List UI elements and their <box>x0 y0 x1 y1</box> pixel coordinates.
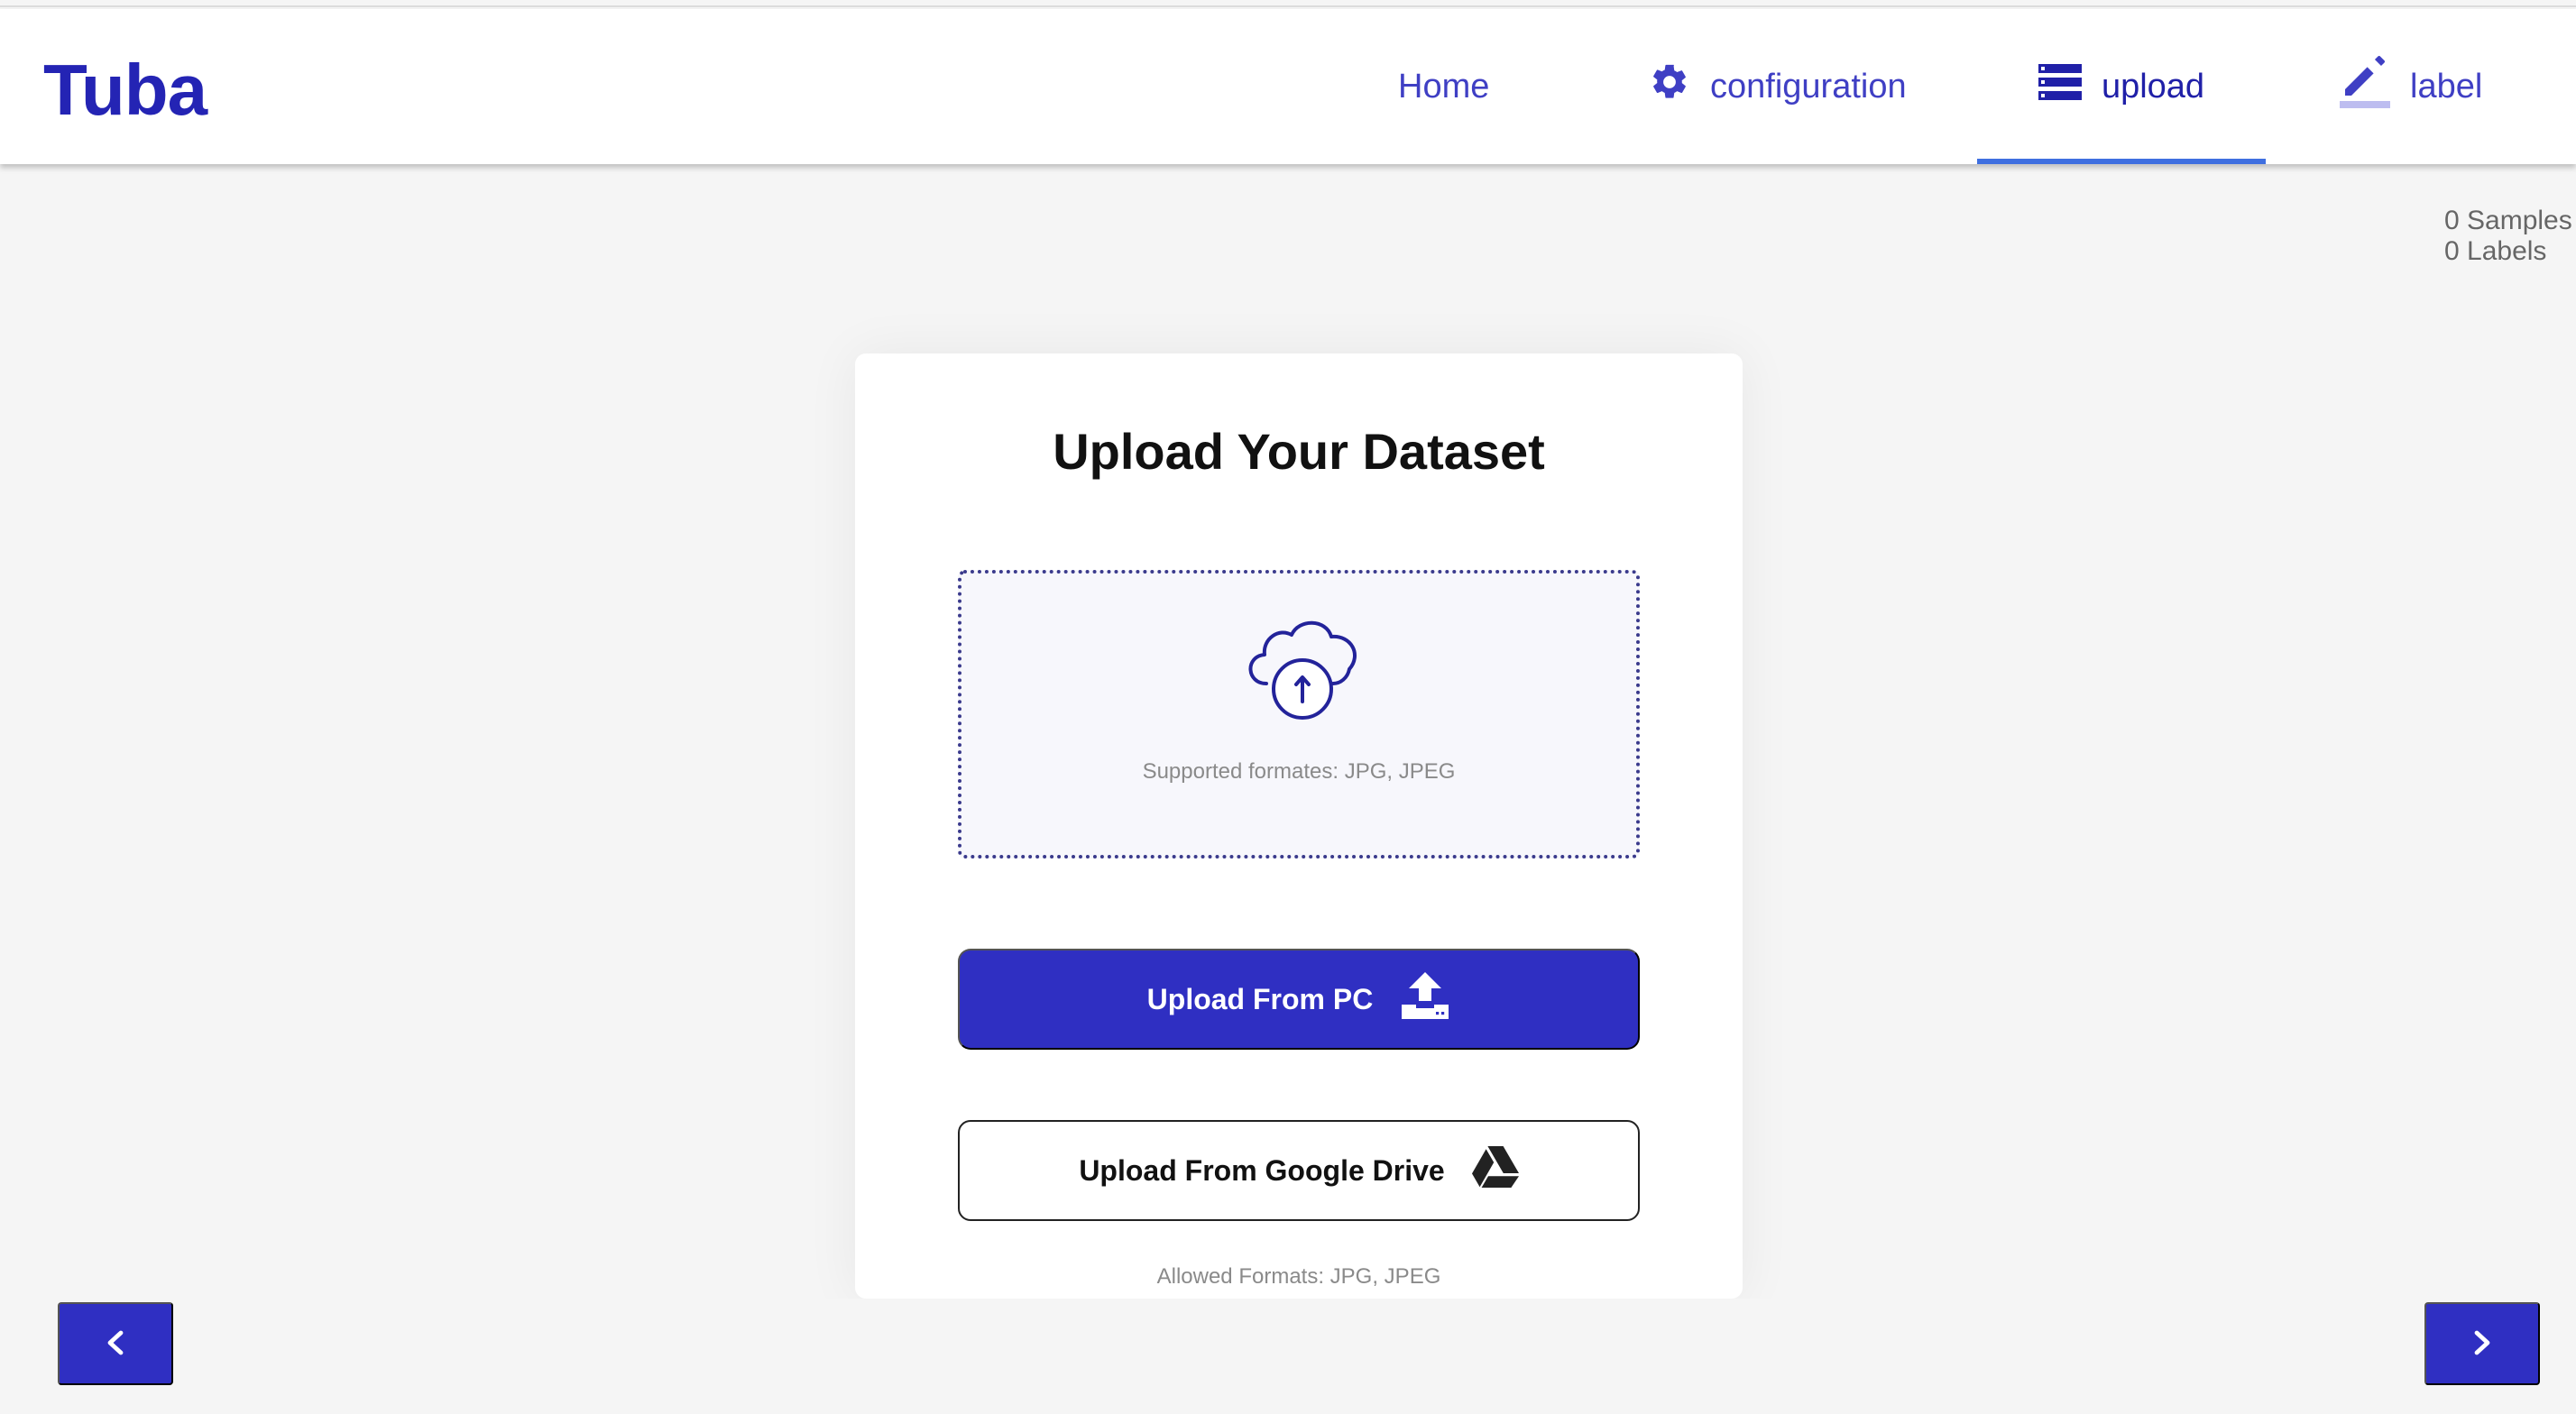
upload-from-pc-label: Upload From PC <box>1146 982 1374 1015</box>
nav-configuration[interactable]: configuration <box>1649 9 1907 164</box>
google-drive-icon <box>1471 1146 1519 1195</box>
nav-label[interactable]: label <box>2340 9 2482 164</box>
labels-count: 0 Labels <box>2444 236 2547 266</box>
gear-icon <box>1649 61 1690 112</box>
upload-card: Upload Your Dataset Supported formates: … <box>855 354 1743 1299</box>
file-dropzone[interactable]: Supported formates: JPG, JPEG <box>958 570 1640 858</box>
app-header: Tuba Home configuration upload label <box>0 9 2576 164</box>
upload-from-google-drive-button[interactable]: Upload From Google Drive <box>958 1120 1640 1221</box>
samples-count: 0 Samples <box>2444 206 2572 235</box>
upload-from-pc-button[interactable]: Upload From PC <box>958 949 1640 1050</box>
upload-from-google-drive-label: Upload From Google Drive <box>1079 1153 1445 1187</box>
nav-label-label: label <box>2410 67 2483 106</box>
window-top-edge <box>0 0 2576 7</box>
chevron-left-icon <box>105 1329 126 1359</box>
chevron-right-icon <box>2471 1329 2493 1359</box>
card-title: Upload Your Dataset <box>1053 423 1545 480</box>
next-step-button[interactable] <box>2424 1302 2540 1385</box>
previous-step-button[interactable] <box>58 1302 173 1385</box>
upload-tray-icon <box>1400 970 1450 1028</box>
pencil-icon <box>2340 56 2390 117</box>
active-tab-indicator <box>1977 159 2266 164</box>
app-logo[interactable]: Tuba <box>43 49 207 132</box>
storage-list-icon <box>2038 64 2082 109</box>
dropzone-hint: Supported formates: JPG, JPEG <box>1142 759 1456 784</box>
dataset-counts: 0 Samples 0 Labels <box>2444 206 2572 267</box>
cloud-upload-icon <box>1239 613 1366 721</box>
nav-configuration-label: configuration <box>1710 67 1907 106</box>
allowed-formats-note: Allowed Formats: JPG, JPEG <box>1156 1264 1441 1289</box>
nav-upload-label: upload <box>2101 67 2205 106</box>
nav-home[interactable]: Home <box>1398 9 1489 164</box>
bottom-bar <box>0 1299 2576 1414</box>
nav-upload[interactable]: upload <box>1977 9 2266 164</box>
nav-home-label: Home <box>1398 67 1490 106</box>
